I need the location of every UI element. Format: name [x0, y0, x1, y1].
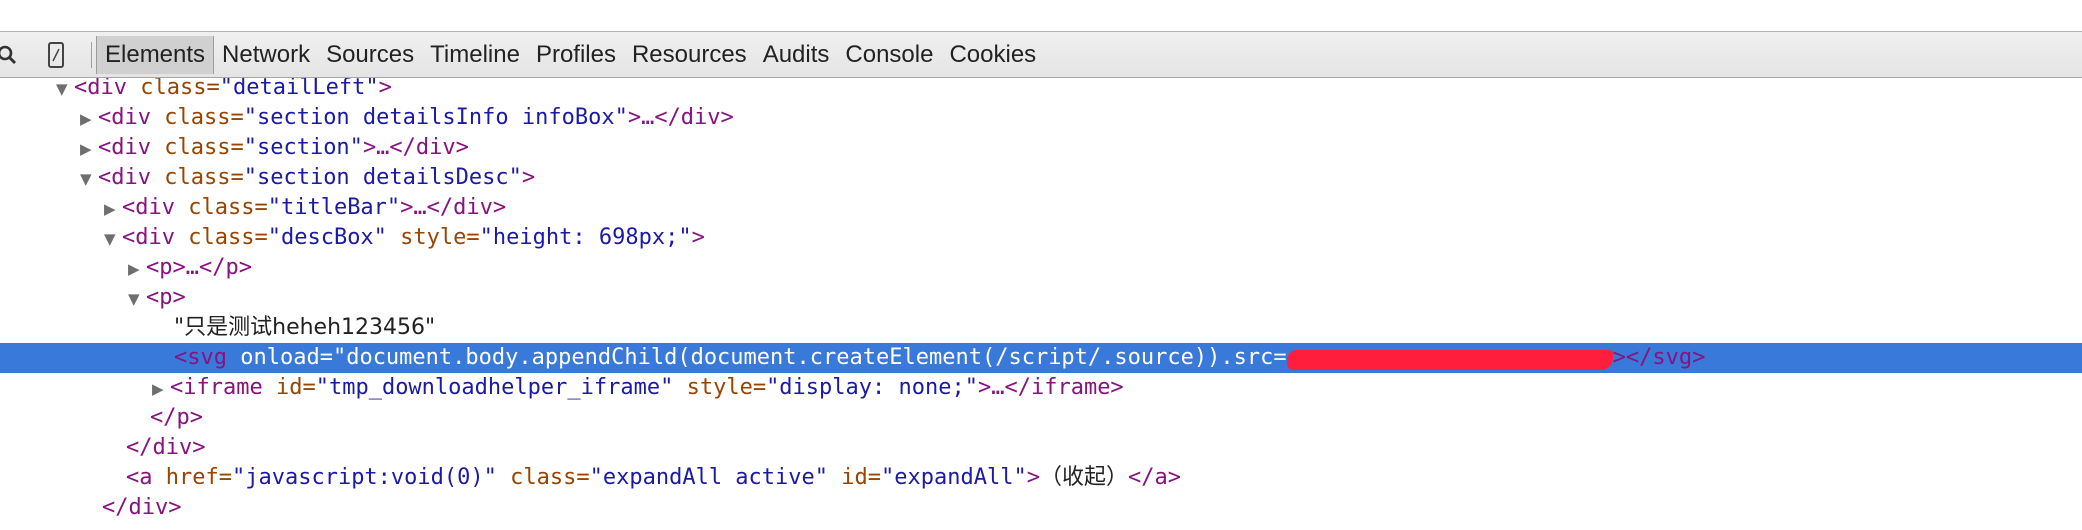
expand-triangle-icon[interactable]: ▶: [152, 374, 170, 404]
tab-timeline[interactable]: Timeline: [422, 36, 528, 74]
attribute-value: "height: 698px;": [479, 225, 692, 250]
tag-open: <p>: [146, 285, 186, 310]
collapse-triangle-icon[interactable]: ▼: [80, 164, 98, 194]
tag-open: <div: [98, 135, 165, 160]
attribute-value: "expandAll active": [589, 465, 829, 490]
tag-close: </p>: [150, 405, 203, 430]
dom-node-section[interactable]: ▶ <div class="section">…</div>: [0, 133, 2082, 163]
attribute-value: "descBox": [267, 225, 387, 250]
tab-elements[interactable]: Elements: [96, 36, 215, 74]
tab-sources[interactable]: Sources: [318, 36, 422, 74]
tag-open: <div: [98, 165, 165, 190]
tag-close: >: [521, 165, 536, 190]
tag-open: <iframe: [170, 375, 276, 400]
tag-open: <div: [74, 78, 141, 100]
text-content: "只是测试heheh123456": [174, 315, 436, 340]
expand-triangle-icon[interactable]: ▶: [128, 254, 146, 284]
attribute-value: "document.body.appendChild(document.crea…: [332, 345, 1287, 370]
attribute-name: class=: [164, 135, 244, 160]
dom-node-detailleft[interactable]: ▼ <div class="detailLeft">: [0, 78, 2082, 103]
expand-triangle-icon[interactable]: ▶: [104, 194, 122, 224]
attribute-name: id=: [275, 375, 316, 400]
attribute-name: style=: [673, 375, 767, 400]
toolbar-divider: [91, 42, 92, 68]
dom-node-svg-selected[interactable]: <svg onload="document.body.appendChild(d…: [0, 343, 2082, 373]
attribute-value: "expandAll": [881, 465, 1027, 490]
tag-open: <p>…</p>: [146, 255, 252, 280]
tag-close: ></svg>: [1612, 345, 1706, 370]
dom-closing-div[interactable]: </div>: [0, 493, 2082, 523]
tab-cookies[interactable]: Cookies: [941, 36, 1044, 74]
redaction-mark: [1286, 350, 1613, 370]
attribute-name: onload=: [240, 345, 333, 370]
tag-end: </a>: [1127, 465, 1181, 490]
tag-open: <div: [98, 105, 165, 130]
attribute-value: "section": [243, 135, 363, 160]
attribute-name: id=: [828, 465, 882, 490]
attribute-name: class=: [164, 165, 244, 190]
expand-triangle-icon[interactable]: ▶: [80, 134, 98, 164]
collapse-triangle-icon[interactable]: ▼: [56, 78, 74, 104]
tag-open: <div: [122, 195, 189, 220]
dom-text-node[interactable]: "只是测试heheh123456": [0, 313, 2082, 343]
text-content: （收起）: [1039, 465, 1128, 490]
dom-node-iframe[interactable]: ▶ <iframe id="tmp_downloadhelper_iframe" …: [0, 373, 2082, 403]
attribute-value: "detailLeft": [219, 78, 379, 100]
tag-close: >: [691, 225, 705, 250]
attribute-name: class=: [188, 225, 268, 250]
attribute-name: class=: [496, 465, 590, 490]
tab-network[interactable]: Network: [214, 36, 318, 74]
tab-profiles[interactable]: Profiles: [528, 36, 624, 74]
attribute-value: "titleBar": [267, 195, 401, 220]
attribute-name: class=: [188, 195, 268, 220]
dom-node-p-expanded[interactable]: ▼ <p>: [0, 283, 2082, 313]
expand-triangle-icon[interactable]: ▶: [80, 104, 98, 134]
tag-close: >…</div>: [362, 135, 469, 160]
attribute-value: "section detailsDesc": [243, 165, 522, 190]
attribute-value: "javascript:void(0)": [231, 465, 497, 490]
attribute-value: "section detailsInfo infoBox": [243, 105, 628, 130]
dom-node-detailsinfo[interactable]: ▶ <div class="section detailsInfo infoBox…: [0, 103, 2082, 133]
tag-open: <svg: [174, 345, 241, 370]
device-mode-icon[interactable]: [44, 32, 68, 78]
attribute-value: "tmp_downloadhelper_iframe": [315, 375, 674, 400]
dom-node-p-collapsed[interactable]: ▶ <p>…</p>: [0, 253, 2082, 283]
tag-close: >…</iframe>: [977, 375, 1124, 400]
window-top-strip: [0, 0, 2082, 32]
dom-closing-p[interactable]: </p>: [0, 403, 2082, 433]
dom-node-titlebar[interactable]: ▶ <div class="titleBar">…</div>: [0, 193, 2082, 223]
tab-audits[interactable]: Audits: [755, 36, 838, 74]
dom-node-descbox[interactable]: ▼ <div class="descBox" style="height: 698…: [0, 223, 2082, 253]
attribute-value: "display: none;": [766, 375, 978, 400]
tag-close: >: [1026, 465, 1040, 490]
attribute-name: href=: [165, 465, 232, 490]
tag-close: </div>: [126, 435, 206, 460]
collapse-triangle-icon[interactable]: ▼: [104, 224, 122, 254]
search-icon[interactable]: [0, 32, 22, 78]
dom-closing-div[interactable]: </div>: [0, 433, 2082, 463]
devtools-toolbar: Elements Network Sources Timeline Profil…: [0, 32, 2082, 78]
attribute-name: class=: [140, 78, 220, 100]
attribute-name: style=: [386, 225, 480, 250]
dom-tree: ▼ <div class="detailLeft"> ▶ <div class="s…: [0, 78, 2082, 530]
tag-open: <div: [122, 225, 189, 250]
dom-node-detailsdesc[interactable]: ▼ <div class="section detailsDesc">: [0, 163, 2082, 193]
dom-node-a-expandall[interactable]: <a href="javascript:void(0)" class="expa…: [0, 463, 2082, 493]
collapse-triangle-icon[interactable]: ▼: [128, 284, 146, 314]
tag-close: >…</div>: [627, 105, 734, 130]
tag-close: </div>: [102, 495, 182, 520]
tab-resources[interactable]: Resources: [624, 36, 755, 74]
tag-close: >…</div>: [400, 195, 507, 220]
tag-close: >: [378, 78, 392, 100]
tab-console[interactable]: Console: [837, 36, 941, 74]
panel-tabs: Elements Network Sources Timeline Profil…: [96, 36, 1044, 74]
tag-open: <a: [126, 465, 166, 490]
attribute-name: class=: [164, 105, 244, 130]
